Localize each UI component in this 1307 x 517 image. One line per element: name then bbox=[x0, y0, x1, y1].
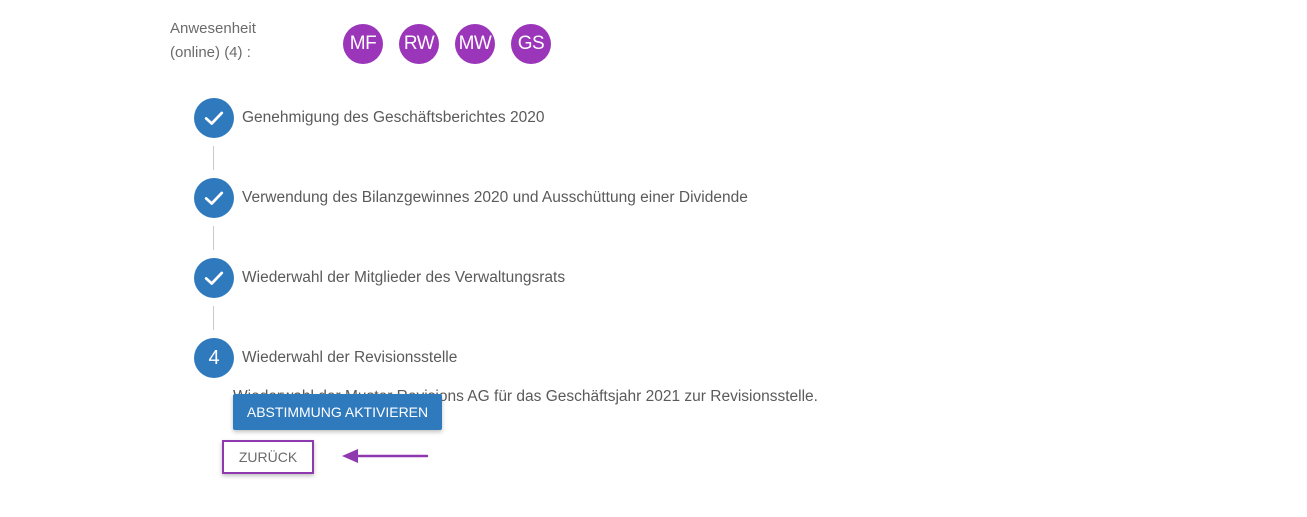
agenda-page: Anwesenheit (online) (4) : MF RW MW GS G… bbox=[0, 0, 1307, 517]
check-icon bbox=[194, 178, 234, 218]
back-button[interactable]: ZURÜCK bbox=[222, 440, 314, 474]
step-number: 4 bbox=[194, 338, 234, 378]
step-connector bbox=[213, 226, 214, 250]
arrow-left-icon bbox=[342, 449, 429, 463]
step-label: Wiederwahl der Revisionsstelle bbox=[242, 349, 458, 366]
activate-vote-button[interactable]: ABSTIMMUNG AKTIVIEREN bbox=[233, 394, 442, 430]
agenda-step-4[interactable]: 4 Wiederwahl der Revisionsstelle bbox=[194, 338, 457, 378]
agenda-step-2[interactable]: Verwendung des Bilanzgewinnes 2020 und A… bbox=[194, 178, 748, 218]
avatar[interactable]: MW bbox=[455, 24, 495, 64]
check-icon bbox=[194, 98, 234, 138]
avatar[interactable]: MF bbox=[343, 24, 383, 64]
attendance-label: Anwesenheit (online) (4) : bbox=[170, 20, 256, 61]
avatar[interactable]: GS bbox=[511, 24, 551, 64]
check-icon bbox=[194, 258, 234, 298]
step-label: Wiederwahl der Mitglieder des Verwaltung… bbox=[242, 269, 566, 286]
agenda-step-3[interactable]: Wiederwahl der Mitglieder des Verwaltung… bbox=[194, 258, 565, 298]
step-label: Verwendung des Bilanzgewinnes 2020 und A… bbox=[242, 189, 748, 206]
step-connector bbox=[213, 146, 214, 170]
step-label: Genehmigung des Geschäftsberichtes 2020 bbox=[242, 109, 545, 126]
avatar[interactable]: RW bbox=[399, 24, 439, 64]
attendee-avatars: MF RW MW GS bbox=[343, 24, 551, 64]
agenda-step-1[interactable]: Genehmigung des Geschäftsberichtes 2020 bbox=[194, 98, 544, 138]
step-connector bbox=[213, 306, 214, 330]
